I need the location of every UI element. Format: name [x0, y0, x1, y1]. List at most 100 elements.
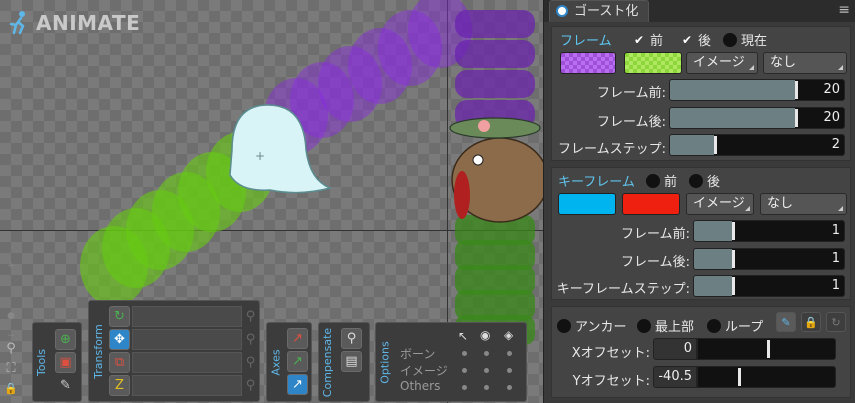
- keys-before-label: 前: [664, 175, 678, 190]
- anchor-checkbox[interactable]: アンカー: [557, 316, 626, 335]
- lock-icon[interactable]: 🔒: [3, 381, 19, 397]
- animation-viewport[interactable]: + ANIMATE + ● − ⚲ ⛶ 🔒 Tools ⊕ ▣ ✎ Transf…: [0, 0, 543, 403]
- pose-tool-button[interactable]: ✎: [55, 375, 76, 396]
- tools-panel: Tools ⊕ ▣ ✎: [32, 322, 82, 402]
- frames-after-checkbox[interactable]: ✔ 後: [680, 30, 711, 50]
- frames-after-color-swatch[interactable]: [624, 52, 682, 74]
- frames-before-slider[interactable]: 20: [669, 79, 845, 101]
- panel-tab-bar: ゴースト化 ≡: [544, 0, 855, 22]
- option-dot[interactable]: [462, 351, 467, 356]
- option-dot[interactable]: [484, 368, 489, 373]
- y-offset-input[interactable]: -40.5: [653, 366, 697, 388]
- compensate-images-button[interactable]: ▤: [341, 351, 362, 372]
- y-offset-slider[interactable]: [697, 366, 836, 388]
- options-row-images[interactable]: イメージ: [400, 362, 448, 379]
- axes-local-button[interactable]: ↗: [287, 328, 308, 349]
- frames-current-checkbox[interactable]: 現在: [723, 30, 767, 49]
- frames-after-slider[interactable]: 20: [669, 107, 845, 129]
- ghosting-tab-icon: [556, 5, 568, 17]
- tools-panel-label-wrap: Tools: [33, 323, 51, 401]
- slider-handle[interactable]: [795, 109, 799, 127]
- keys-after-value: 1: [831, 251, 840, 266]
- slider-handle[interactable]: [731, 222, 735, 240]
- viewport-side-tools: + ● − ⚲ ⛶ 🔒: [0, 255, 22, 403]
- option-dot[interactable]: [484, 385, 489, 390]
- translate-tool-button[interactable]: ✥: [109, 329, 130, 350]
- anchor-reset-icon[interactable]: ↻: [826, 312, 846, 332]
- region-tool-button[interactable]: ▣: [55, 352, 76, 373]
- slider-handle[interactable]: [737, 368, 741, 386]
- slider-fill: [670, 108, 796, 128]
- slider-handle[interactable]: [766, 340, 770, 358]
- keys-section: キーフレーム 前 後 イメージ なし フレーム前: 1 フレーム後: 1 キーフ…: [551, 167, 851, 300]
- anchor-lock-icon[interactable]: 🔒: [801, 312, 821, 332]
- slider-fill: [694, 221, 732, 241]
- option-dot[interactable]: [507, 351, 512, 356]
- scale-tool-button[interactable]: ⧉: [109, 352, 130, 373]
- unchecked-circle: [637, 318, 651, 333]
- slider-handle[interactable]: [731, 277, 735, 295]
- keys-tint-dropdown[interactable]: なし: [760, 193, 847, 215]
- frames-before-color-swatch[interactable]: [560, 52, 616, 74]
- check-icon: ✔: [681, 32, 693, 47]
- options-row-bones[interactable]: ボーン: [400, 345, 435, 362]
- frames-section: フレーム ✔ 前 ✔ 後 現在 イメージ なし フレーム前: 20 フレーム後: 2…: [551, 26, 851, 161]
- frame-step-label: フレームステップ:: [558, 142, 666, 157]
- compensate-panel-label-wrap: Compensate: [319, 323, 337, 401]
- fit-view-icon[interactable]: ⛶: [3, 361, 19, 377]
- check-icon: ✔: [633, 32, 645, 47]
- option-dot[interactable]: [462, 368, 467, 373]
- transform-panel-label: Transform: [91, 323, 105, 379]
- loop-checkbox[interactable]: ループ: [707, 316, 763, 335]
- option-dot[interactable]: [507, 385, 512, 390]
- keys-after-slider[interactable]: 1: [693, 248, 845, 270]
- bone-create-tool-button[interactable]: ⊕: [55, 329, 76, 350]
- shear-row: [132, 375, 242, 396]
- top-checkbox[interactable]: 最上部: [637, 316, 694, 335]
- scale-key-icon[interactable]: ⚲: [240, 352, 261, 373]
- frames-after-label: フレーム後:: [597, 115, 666, 130]
- option-dot[interactable]: [507, 368, 512, 373]
- frames-before-checkbox[interactable]: ✔ 前: [632, 30, 663, 50]
- unchecked-circle: [689, 173, 703, 188]
- zoom-slider-icon[interactable]: + ● −: [3, 261, 19, 341]
- compensate-bones-button[interactable]: ⚲: [341, 328, 362, 349]
- slider-handle[interactable]: [795, 81, 799, 99]
- keys-blend-dropdown[interactable]: イメージ: [686, 193, 754, 215]
- keys-title: キーフレーム: [558, 175, 635, 190]
- keys-after-checkbox[interactable]: 後: [689, 171, 720, 190]
- shear-key-icon[interactable]: ⚲: [240, 375, 261, 396]
- loop-label: ループ: [725, 320, 764, 335]
- rotate-key-icon[interactable]: ⚲: [240, 306, 261, 327]
- rotate-tool-button[interactable]: ↻: [109, 306, 130, 327]
- shear-tool-button[interactable]: Z: [109, 375, 130, 396]
- frames-tint-dropdown[interactable]: なし: [763, 52, 847, 74]
- frames-blend-dropdown[interactable]: イメージ: [686, 52, 758, 74]
- zoom-icon[interactable]: ⚲: [3, 341, 19, 357]
- tab-ghosting-label: ゴースト化: [574, 4, 639, 19]
- keys-before-slider[interactable]: 1: [693, 220, 845, 242]
- pick-anchor-button[interactable]: ✎: [776, 312, 796, 332]
- keys-before-checkbox[interactable]: 前: [646, 171, 677, 190]
- keys-after-color-swatch[interactable]: [622, 193, 680, 215]
- x-offset-slider[interactable]: [697, 338, 836, 360]
- panel-menu-icon[interactable]: ≡: [838, 2, 850, 18]
- options-row-others[interactable]: Others: [400, 379, 440, 393]
- x-offset-input[interactable]: 0: [653, 338, 697, 360]
- frame-step-slider[interactable]: 2: [669, 134, 845, 156]
- axes-parent-button[interactable]: ↗: [287, 351, 308, 372]
- tag-icon: ◈: [504, 328, 514, 342]
- axes-world-button[interactable]: ↗: [287, 374, 308, 395]
- slider-handle[interactable]: [713, 136, 717, 154]
- tab-ghosting[interactable]: ゴースト化: [549, 0, 650, 22]
- option-dot[interactable]: [462, 385, 467, 390]
- keys-after-label: 後: [707, 175, 721, 190]
- x-offset-label: Xオフセット:: [571, 346, 650, 361]
- translate-key-icon[interactable]: ⚲: [240, 329, 261, 350]
- key-step-slider[interactable]: 1: [693, 275, 845, 297]
- axes-panel-label-wrap: Axes: [267, 323, 285, 401]
- option-dot[interactable]: [484, 351, 489, 356]
- keys-before-color-swatch[interactable]: [558, 193, 616, 215]
- slider-handle[interactable]: [731, 250, 735, 268]
- frames-before-value: 20: [823, 82, 840, 97]
